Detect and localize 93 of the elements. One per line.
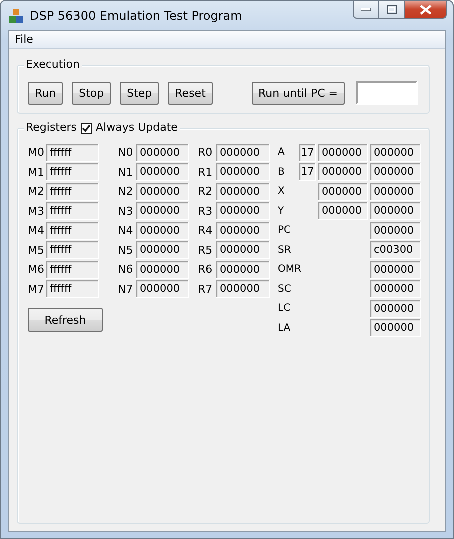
register-value: 000000 [370,260,421,279]
register-value: 000000 [370,319,421,338]
register-value: 000000 [216,241,270,260]
register-value: 000000 [216,202,270,220]
maximize-icon [386,5,396,14]
register-value: 000000 [318,202,368,220]
register-value: 000000 [370,202,421,220]
register-value: ffffff [46,202,99,220]
register-label: M6 [28,263,46,276]
register-value: c00300 [370,241,421,260]
register-value: 000000 [370,280,421,298]
app-icon [8,8,24,24]
register-value: 000000 [136,280,189,298]
group-title: Execution [26,58,80,72]
minimize-icon [361,8,371,12]
register-label: LC [278,303,292,314]
close-icon [420,4,432,14]
window-title: DSP 56300 Emulation Test Program [30,8,242,22]
register-label: R1 [198,166,214,179]
checkbox[interactable] [81,122,92,134]
register-label: M0 [28,146,46,160]
close-button[interactable] [405,1,447,19]
register-value: 000000 [136,241,189,260]
register-value: ffffff [46,241,99,260]
register-value: 17 [299,144,316,162]
register-value: 000000 [136,163,189,182]
register-value: 000000 [216,182,270,201]
group-title: Registers [26,121,78,135]
register-label: R6 [198,263,214,276]
register-label: R2 [198,185,214,198]
register-label: Y [278,206,286,217]
register-value: 000000 [136,182,189,201]
register-value: 000000 [136,260,189,279]
refresh-button[interactable]: Refresh [28,308,103,332]
register-value: ffffff [46,280,99,298]
register-label: M7 [28,282,46,296]
register-label: N1 [118,166,134,179]
register-value: 000000 [216,163,270,182]
action-button[interactable]: Reset [168,82,213,104]
register-value: 000000 [318,163,368,182]
register-value: 000000 [216,260,270,279]
register-label: SC [278,284,292,295]
register-label: M3 [28,204,46,218]
register-value: ffffff [46,144,99,162]
register-label: SR [278,244,292,256]
register-label: N0 [118,146,134,160]
register-value: 000000 [136,202,189,220]
register-label: R5 [198,244,214,257]
action-button[interactable]: Stop [72,82,112,104]
register-label: M2 [28,185,46,198]
register-value: 000000 [370,163,421,182]
minimize-button[interactable] [353,1,379,19]
register-label: R4 [198,224,214,238]
register-value: 000000 [318,182,368,201]
checkbox-label[interactable]: Always Update [96,121,178,135]
register-label: N2 [118,185,134,198]
register-label: A [278,147,286,158]
register-value: ffffff [46,260,99,279]
register-value: 000000 [136,222,189,240]
register-label: M4 [28,224,46,238]
register-label: N7 [118,282,134,296]
register-label: N4 [118,224,134,238]
action-button[interactable]: Step [120,82,160,104]
register-label: M5 [28,244,46,257]
register-value: 17 [299,163,316,182]
register-label: R3 [198,204,214,218]
register-value: 000000 [370,182,421,201]
action-button[interactable]: Run [28,82,64,104]
register-value: 000000 [370,222,421,240]
register-label: PC [278,225,292,236]
register-label: B [278,166,286,178]
register-label: M1 [28,166,46,179]
register-value: 000000 [216,144,270,162]
register-label: X [278,186,286,198]
register-value: ffffff [46,182,99,201]
register-value: ffffff [46,163,99,182]
register-label: LA [278,322,292,334]
register-label: N3 [118,204,134,218]
register-label: R0 [198,146,214,160]
register-label: N5 [118,244,134,257]
register-label: N6 [118,263,134,276]
register-value: ffffff [46,222,99,240]
register-value: 000000 [370,300,421,318]
address-field[interactable] [356,81,418,105]
run-until-button[interactable]: Run until PC = [252,82,345,104]
register-value: 000000 [216,280,270,298]
maximize-button[interactable] [379,1,405,19]
register-value: 000000 [136,144,189,162]
register-value: 000000 [370,144,421,162]
menu-item[interactable]: File [9,33,40,46]
register-value: 000000 [216,222,270,240]
register-value: 000000 [318,144,368,162]
register-label: R7 [198,282,214,296]
